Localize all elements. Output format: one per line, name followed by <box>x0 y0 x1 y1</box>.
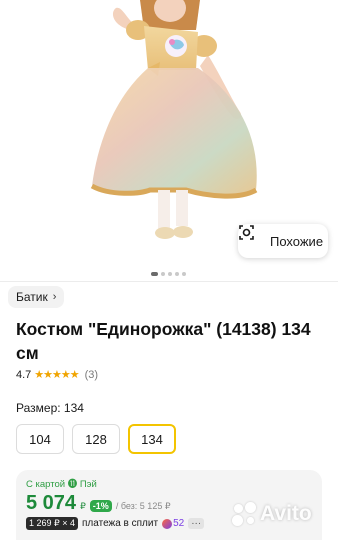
product-image[interactable]: Похожие <box>0 0 338 268</box>
avito-logo-icon <box>232 502 256 526</box>
size-label: Размер: 134 <box>16 401 84 415</box>
chevron-right-icon: › <box>52 291 57 303</box>
plus-icon <box>162 518 173 529</box>
divider <box>0 281 338 282</box>
price-value: 5 074 <box>26 492 77 514</box>
brand-label: Батик <box>16 290 48 304</box>
plus-points-value: 52 <box>173 518 185 529</box>
product-title: Костюм "Единорожка" (14138) 134 см <box>16 319 311 363</box>
gallery-dot[interactable] <box>151 272 158 276</box>
plus-points: 52 <box>162 518 184 529</box>
size-option[interactable]: 104 <box>16 424 64 454</box>
more-icon[interactable]: ··· <box>188 518 205 529</box>
similar-label: Похожие <box>270 233 324 249</box>
split-row[interactable]: 1 269 ₽ × 4 платежа в сплит 52 ··· <box>26 517 205 530</box>
rating-value: 4.7 <box>16 368 32 381</box>
gallery-dot[interactable] <box>161 272 165 276</box>
lens-search-icon <box>239 225 264 250</box>
watermark-text: Avito <box>260 502 312 525</box>
rating[interactable]: 4.7 ★★★★★ (3) <box>16 368 98 382</box>
gallery-dot[interactable] <box>182 272 186 276</box>
size-selector: 104 128 134 <box>16 424 176 454</box>
review-count[interactable]: (3) <box>85 369 98 381</box>
currency-symbol: ₽ <box>80 501 86 511</box>
price-row: 5 074 ₽ -1% / без: 5 125 ₽ <box>26 492 171 515</box>
price-without-card: / без: 5 125 ₽ <box>115 501 171 511</box>
split-text: платежа в сплит <box>82 518 159 529</box>
gallery-pagination[interactable] <box>151 272 186 276</box>
size-option[interactable]: 128 <box>72 424 120 454</box>
brand-chip[interactable]: Батик › <box>8 286 65 308</box>
gallery-dot[interactable] <box>175 272 179 276</box>
split-payment-chip: 1 269 ₽ × 4 <box>26 517 79 530</box>
card-price-label: С картой ⓫ Пэй <box>26 479 97 490</box>
avito-watermark: Avito <box>232 502 312 526</box>
similar-button[interactable]: Похожие <box>238 224 328 258</box>
star-icons: ★★★★★ <box>34 369 79 381</box>
discount-badge: -1% <box>89 500 112 512</box>
size-option-selected[interactable]: 134 <box>128 424 176 454</box>
gallery-dot[interactable] <box>168 272 172 276</box>
